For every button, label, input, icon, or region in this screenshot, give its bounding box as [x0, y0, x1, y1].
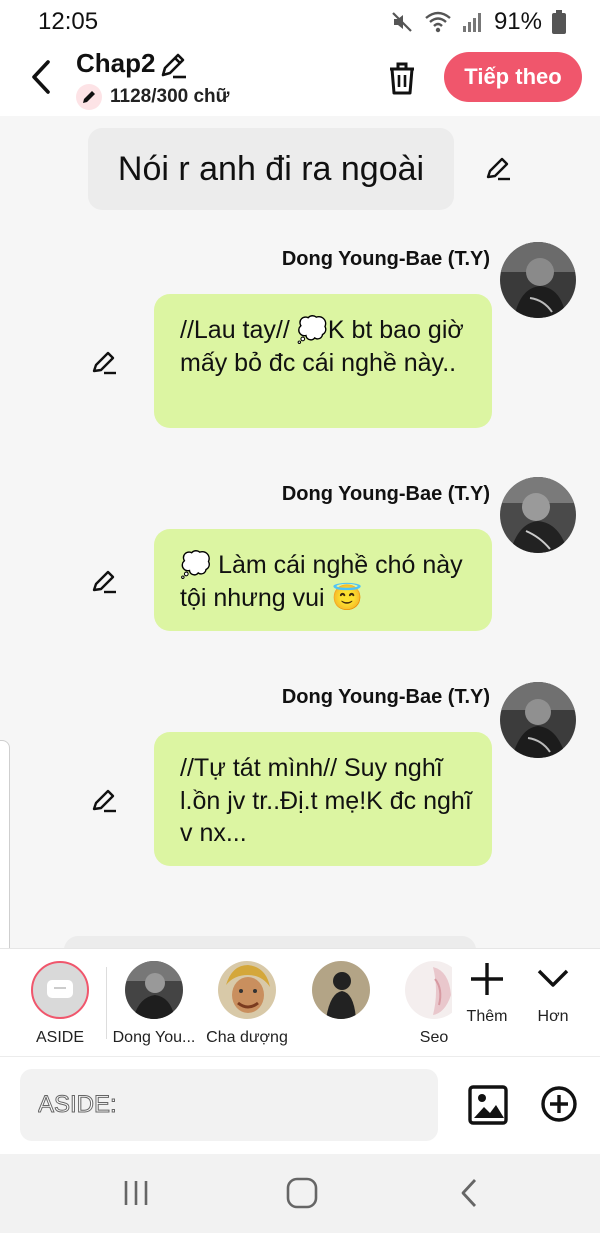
avatar-photo: [500, 477, 576, 553]
status-time: 12:05: [38, 8, 99, 35]
recents-icon[interactable]: [116, 1176, 156, 1210]
more-button[interactable]: Hơn: [518, 959, 588, 1026]
battery-percent: 91%: [493, 8, 542, 35]
chevron-down-icon: [537, 969, 569, 987]
chat-bubble-icon: [47, 980, 73, 998]
character-cha-duong[interactable]: Cha dượng: [197, 961, 297, 1047]
avatar[interactable]: [500, 682, 576, 758]
mute-icon: [392, 12, 412, 32]
image-icon[interactable]: [468, 1085, 508, 1125]
character-aside[interactable]: ASIDE: [10, 961, 110, 1047]
pencil-icon[interactable]: [158, 50, 188, 80]
status-bar: 12:05 91%: [0, 0, 600, 42]
character-label: Dong You...: [112, 1029, 196, 1046]
avatar: [218, 961, 276, 1019]
avatar-photo: [218, 961, 276, 1019]
plus-icon: [471, 963, 503, 995]
back-icon[interactable]: [450, 1176, 490, 1210]
character-label: Seo: [419, 1029, 449, 1046]
pencil-fill-icon: [83, 91, 95, 103]
character-label: Cha dượng: [206, 1029, 288, 1046]
edit-icon[interactable]: [90, 786, 118, 814]
character-dong-young-bae[interactable]: Dong You...: [104, 961, 204, 1047]
chat-area[interactable]: Nói r anh đi ra ngoài Dong Young-Bae (T.…: [0, 116, 600, 948]
count-badge: [76, 84, 102, 110]
speaker-name: Dong Young-Bae (T.Y): [281, 686, 490, 708]
add-character-button[interactable]: Thêm: [452, 959, 522, 1026]
signal-icon: [462, 13, 481, 32]
input-row: [0, 1056, 600, 1154]
narration-message[interactable]: Nói r anh đi ra ngoài: [88, 128, 454, 210]
app-header: Chap2 1128/300 chữ Tiếp theo: [0, 42, 600, 116]
avatar: [125, 961, 183, 1019]
edit-icon[interactable]: [484, 154, 512, 182]
avatar[interactable]: [500, 477, 576, 553]
message-bubble[interactable]: //Tự tát mình// Suy nghĩ l.ồn jv tr..Đị.…: [154, 732, 492, 866]
message-bubble[interactable]: //Lau tay// 💭K bt bao giờ mấy bỏ đc cái …: [154, 294, 492, 428]
aside-avatar: [31, 961, 89, 1019]
next-button[interactable]: Tiếp theo: [444, 52, 582, 102]
edit-icon[interactable]: [90, 348, 118, 376]
avatar[interactable]: [500, 242, 576, 318]
edit-icon[interactable]: [90, 567, 118, 595]
message-input[interactable]: [20, 1069, 438, 1141]
message-bubble[interactable]: 💭 Làm cái nghề chó này tội nhưng vui 😇: [154, 529, 492, 631]
character-silhouette[interactable]: [291, 961, 391, 1029]
avatar-photo: [312, 961, 370, 1019]
next-message-partial: [64, 936, 476, 948]
avatar-photo: [500, 682, 576, 758]
character-label: ASIDE: [35, 1029, 84, 1046]
character-bar: ASIDE Dong You... Cha dượng Seo Thêm Hơn: [0, 948, 600, 1056]
wifi-icon: [425, 11, 451, 33]
speaker-name: Dong Young-Bae (T.Y): [281, 483, 490, 505]
trash-icon[interactable]: [386, 60, 418, 96]
add-circle-icon[interactable]: [540, 1085, 578, 1123]
avatar: [312, 961, 370, 1019]
chapter-title[interactable]: Chap2: [76, 48, 155, 79]
status-icons: 91%: [390, 8, 566, 36]
more-label: Hơn: [537, 1008, 569, 1025]
battery-icon: [552, 10, 566, 34]
back-arrow-icon[interactable]: [26, 58, 56, 96]
system-nav-bar: [0, 1154, 600, 1233]
scroll-handle[interactable]: [0, 740, 10, 948]
avatar-photo: [125, 961, 183, 1019]
word-count-text: 1128/300 chữ: [110, 86, 230, 107]
word-count: 1128/300 chữ: [76, 84, 229, 110]
speaker-name: Dong Young-Bae (T.Y): [281, 248, 490, 270]
add-label: Thêm: [466, 1008, 508, 1025]
home-icon[interactable]: [282, 1176, 322, 1210]
avatar-photo: [500, 242, 576, 318]
